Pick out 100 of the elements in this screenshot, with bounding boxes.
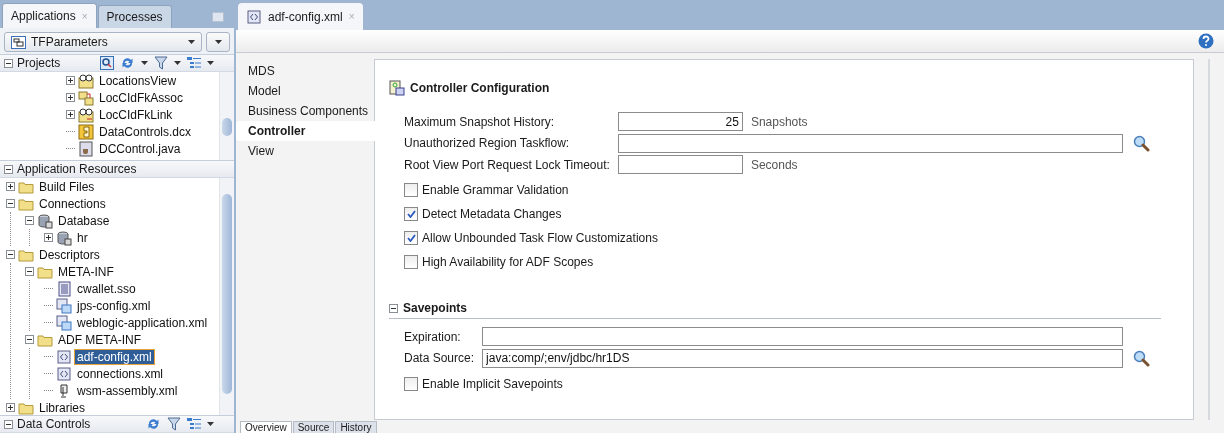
tree-item[interactable]: DCControl.java (97, 141, 183, 156)
refresh-icon[interactable] (146, 417, 161, 431)
field-label: Unauthorized Region Taskflow: (404, 136, 571, 150)
category-item[interactable]: Controller (236, 121, 375, 141)
tree-toggle[interactable] (6, 250, 15, 259)
checkbox[interactable] (404, 207, 418, 221)
tree-item[interactable]: weblogic-application.xml (75, 315, 210, 330)
tree-item[interactable]: Descriptors (37, 247, 102, 262)
tree-item[interactable]: LocCIdFkLink (97, 107, 175, 122)
checkbox-label: Allow Unbounded Task Flow Customizations (422, 231, 658, 245)
xml-file-icon (56, 348, 72, 365)
tree-toggle[interactable] (25, 216, 34, 225)
tree-item[interactable]: ADF META-INF (56, 332, 144, 347)
checkbox-label: High Availability for ADF Scopes (422, 255, 594, 269)
refresh-icon[interactable] (120, 56, 135, 70)
tree-item[interactable]: Build Files (37, 179, 97, 194)
tree-item[interactable]: cwallet.sso (75, 281, 138, 296)
application-dropdown[interactable]: TFParameters (4, 32, 202, 52)
input-field[interactable] (617, 155, 743, 174)
tree-toggle[interactable] (6, 182, 15, 191)
tree-item[interactable]: connections.xml (75, 366, 166, 381)
xml-file-icon (56, 314, 72, 331)
dropdown-caret-icon (188, 40, 195, 44)
input-field[interactable]: 25 (617, 112, 743, 131)
scrollbar[interactable] (219, 178, 234, 415)
view-tab[interactable]: Overview (240, 421, 292, 433)
category-item[interactable]: MDS (236, 61, 375, 81)
check-icon (406, 210, 416, 218)
editor-tab[interactable]: adf-config.xml × (238, 3, 363, 30)
tree-item[interactable]: DataControls.dcx (97, 124, 194, 139)
input-field[interactable]: java:comp/;env/jdbc/hr1DS (482, 348, 1123, 368)
caret-icon (141, 61, 148, 65)
field-label: Root View Port Request Lock Timeout: (404, 157, 610, 172)
category-item[interactable]: Model (236, 81, 375, 101)
tree-toggle[interactable] (66, 93, 75, 102)
filter-icon[interactable] (167, 417, 181, 431)
checkbox-label: Enable Implicit Savepoints (422, 377, 563, 391)
tree-toggle[interactable] (6, 199, 15, 208)
xml-file-icon (56, 365, 72, 382)
checkbox-label: Enable Grammar Validation (422, 183, 569, 197)
tree-item[interactable]: LocationsView (97, 73, 179, 88)
panel-toggle[interactable] (4, 58, 13, 68)
input-field[interactable] (482, 327, 1123, 346)
checkbox[interactable] (404, 231, 418, 245)
tree-toggle[interactable] (66, 110, 75, 119)
tree-toggle[interactable] (6, 403, 15, 412)
tree-item[interactable]: Libraries (37, 400, 88, 415)
unit-label: Seconds (750, 157, 798, 172)
scrollbar[interactable] (219, 72, 234, 160)
panel-tab[interactable]: Processes (97, 5, 172, 28)
find-icon[interactable] (100, 56, 114, 70)
tree-item[interactable]: wsm-assembly.xml (75, 383, 180, 398)
panel-tab[interactable]: Applications × (2, 3, 97, 28)
document-icon (56, 280, 72, 297)
checkbox[interactable] (404, 377, 418, 391)
tree-layout-icon[interactable] (187, 417, 201, 431)
tree-item[interactable]: Connections (37, 196, 108, 211)
caret-icon (207, 422, 214, 426)
unit-label: Snapshots (750, 114, 808, 129)
input-field[interactable] (617, 133, 1123, 153)
tree-toggle[interactable] (25, 267, 34, 276)
browse-button[interactable] (1131, 348, 1151, 368)
tree-item[interactable]: LocCIdFkAssoc (97, 90, 186, 105)
panel-title: Data Controls (17, 417, 92, 431)
tree-item[interactable]: adf-config.xml (75, 349, 154, 364)
section-title: Savepoints (403, 301, 468, 315)
checkbox[interactable] (404, 255, 418, 269)
caret-icon (207, 61, 214, 65)
association-icon (78, 89, 94, 106)
help-icon[interactable] (1198, 33, 1214, 49)
menu-button[interactable] (206, 32, 230, 52)
category-item[interactable]: View (236, 141, 375, 161)
tree-item[interactable]: hr (75, 230, 90, 245)
tree-item[interactable]: META-INF (56, 264, 116, 279)
panel-toggle[interactable] (4, 419, 13, 429)
checkbox-label: Detect Metadata Changes (422, 207, 562, 221)
search-icon (1132, 349, 1150, 367)
checkbox[interactable] (404, 183, 418, 197)
view-tab[interactable]: Source (292, 421, 335, 433)
tree-toggle[interactable] (66, 76, 75, 85)
view-link-icon (78, 106, 94, 123)
tree-toggle[interactable] (25, 335, 34, 344)
java-file-icon (78, 140, 94, 157)
caret-icon (174, 61, 181, 65)
search-icon (1132, 134, 1150, 152)
dropdown-caret-icon (214, 40, 222, 44)
tree-item[interactable]: Database (56, 213, 112, 228)
panel-title: Application Resources (17, 162, 138, 176)
tree-layout-icon[interactable] (187, 56, 201, 70)
filter-icon[interactable] (154, 56, 168, 70)
tree-item[interactable]: jps-config.xml (75, 298, 153, 313)
database-icon (56, 229, 72, 246)
browse-button[interactable] (1131, 133, 1151, 153)
section-toggle[interactable] (389, 303, 398, 313)
view-tab[interactable]: History (335, 421, 377, 433)
tree-toggle[interactable] (44, 233, 53, 242)
panel-toggle[interactable] (4, 164, 13, 174)
field-label: Maximum Snapshot History: (404, 114, 556, 129)
application-icon (11, 35, 26, 49)
category-item[interactable]: Business Components (236, 101, 375, 121)
